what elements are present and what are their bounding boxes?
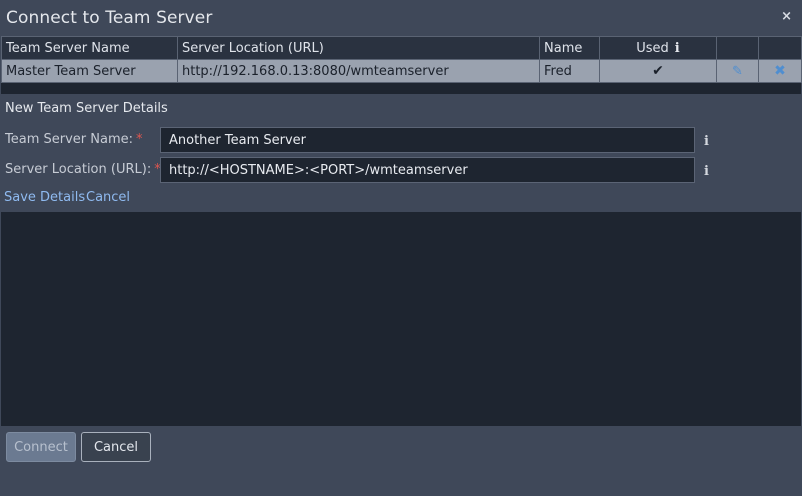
cancel-button[interactable]: Cancel: [81, 432, 151, 462]
details-heading: New Team Server Details: [5, 101, 168, 116]
empty-content-area: [1, 212, 801, 426]
info-icon[interactable]: i: [704, 164, 709, 179]
dialog-title: Connect to Team Server: [6, 8, 213, 28]
dialog-titlebar: Connect to Team Server ×: [0, 0, 802, 36]
cell-server-url: http://192.168.0.13:8080/wmteamserver: [177, 59, 540, 83]
close-icon[interactable]: ×: [781, 9, 792, 24]
column-header-name[interactable]: Name: [539, 36, 600, 60]
table-row[interactable]: Master Team Server http://192.168.0.13:8…: [1, 59, 802, 83]
info-icon[interactable]: i: [675, 41, 680, 56]
save-details-link[interactable]: Save Details: [4, 190, 85, 205]
column-header-delete: [758, 36, 802, 60]
cell-user-name: Fred: [539, 59, 600, 83]
cancel-details-link[interactable]: Cancel: [86, 190, 130, 205]
table-header-row: Team Server Name Server Location (URL) N…: [1, 36, 802, 60]
new-server-details: New Team Server Details Team Server Name…: [1, 94, 801, 212]
team-server-table-container: Team Server Name Server Location (URL) N…: [1, 36, 802, 94]
connect-team-server-dialog: Connect to Team Server × Team Server Nam…: [0, 0, 802, 496]
column-header-used[interactable]: Used i: [599, 36, 717, 60]
cell-used: ✔: [599, 59, 717, 83]
server-name-label: Team Server Name: *: [5, 132, 143, 147]
required-mark: *: [136, 132, 143, 147]
cell-server-name: Master Team Server: [1, 59, 178, 83]
team-server-table: Team Server Name Server Location (URL) N…: [1, 36, 802, 83]
cell-edit[interactable]: ✎: [716, 59, 759, 83]
info-icon[interactable]: i: [704, 134, 709, 149]
column-header-server-name[interactable]: Team Server Name: [1, 36, 178, 60]
cell-delete[interactable]: ✖: [758, 59, 802, 83]
pencil-icon[interactable]: ✎: [732, 64, 743, 79]
connect-button[interactable]: Connect: [6, 432, 76, 462]
server-url-label: Server Location (URL): *: [5, 162, 161, 177]
server-url-input[interactable]: [160, 157, 695, 183]
delete-icon[interactable]: ✖: [774, 63, 786, 79]
server-url-label-text: Server Location (URL):: [5, 162, 152, 177]
dialog-footer: Connect Cancel: [0, 426, 802, 496]
column-header-server-url[interactable]: Server Location (URL): [177, 36, 540, 60]
column-header-used-label: Used: [636, 40, 669, 56]
server-name-input[interactable]: [160, 127, 695, 153]
server-name-label-text: Team Server Name:: [5, 132, 133, 147]
check-icon: ✔: [652, 63, 664, 79]
column-header-edit: [716, 36, 759, 60]
